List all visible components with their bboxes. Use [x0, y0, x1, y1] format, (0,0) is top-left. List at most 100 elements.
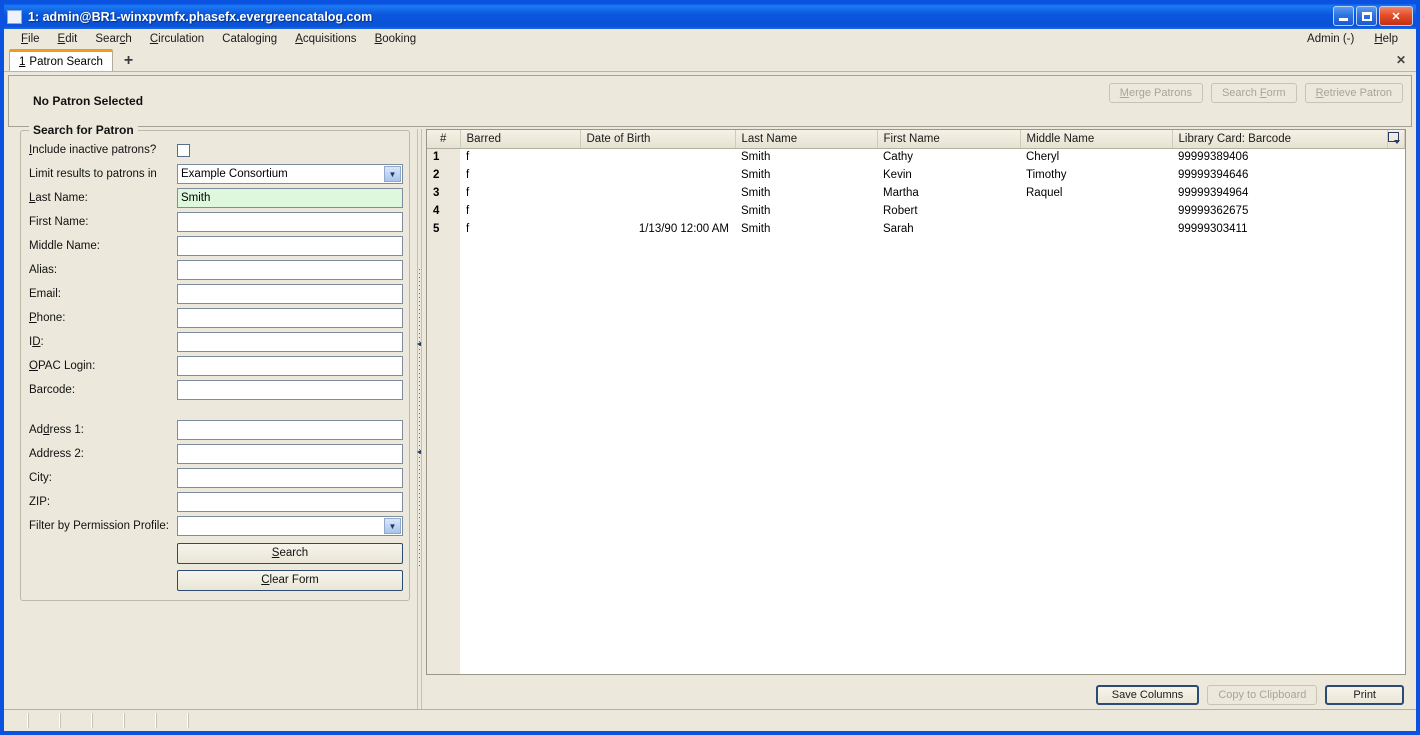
- save-columns-button[interactable]: Save Columns: [1095, 685, 1200, 705]
- phone-label: Phone:: [29, 312, 66, 324]
- cell-barred: f: [466, 223, 470, 235]
- cell-spacer: [1388, 220, 1405, 238]
- results-grid: # Barred Date of Birth Last Name First N…: [426, 129, 1406, 675]
- close-tab-icon[interactable]: ✕: [1396, 53, 1406, 67]
- cell-first-name: Cathy: [883, 151, 914, 164]
- cell-dob: [580, 202, 735, 220]
- search-form-button[interactable]: Search Form: [1210, 83, 1297, 103]
- menu-search[interactable]: Search: [86, 31, 140, 47]
- window-controls: ✕: [1333, 6, 1413, 26]
- patron-summary-bar: No Patron Selected Merge Patrons Search …: [8, 75, 1412, 127]
- results-header-row: # Barred Date of Birth Last Name First N…: [427, 130, 1405, 149]
- close-button[interactable]: ✕: [1379, 6, 1413, 26]
- cell-barcode: 99999394964: [1178, 187, 1249, 199]
- field-row-last-name: Last Name:: [27, 186, 403, 210]
- table-row[interactable]: 3 f Smith Martha Raquel 99999394964: [427, 184, 1405, 202]
- chevron-down-icon: ▼: [384, 166, 401, 182]
- print-button[interactable]: Print: [1325, 685, 1404, 705]
- include-inactive-checkbox[interactable]: [177, 143, 190, 157]
- menu-circulation[interactable]: Circulation: [141, 31, 213, 47]
- close-icon: ✕: [1391, 10, 1401, 23]
- table-row[interactable]: 1 f Smith Cathy Cheryl 99999389406: [427, 148, 1405, 166]
- permission-profile-select[interactable]: ▼: [177, 516, 403, 536]
- pane-splitter[interactable]: ◄ ◄: [412, 129, 426, 709]
- limit-results-select[interactable]: Example Consortium ▼: [177, 164, 403, 184]
- row-number: 1: [427, 148, 460, 166]
- email-input[interactable]: [177, 284, 403, 304]
- cell-middle-name: Raquel: [1026, 187, 1063, 199]
- column-header-middle-name[interactable]: Middle Name: [1020, 130, 1173, 149]
- cell-barcode: 99999389406: [1178, 151, 1249, 164]
- tab-label: Patron Search: [29, 55, 103, 68]
- field-row-alias: Alias:: [27, 258, 403, 282]
- zip-input[interactable]: [177, 492, 403, 512]
- minimize-button[interactable]: [1333, 6, 1354, 26]
- middle-name-input[interactable]: [177, 236, 403, 256]
- id-input[interactable]: [177, 332, 403, 352]
- field-row-city: City:: [27, 466, 403, 490]
- column-header-last-name[interactable]: Last Name: [735, 130, 878, 149]
- search-for-patron-group: Search for Patron Include inactive patro…: [20, 123, 410, 601]
- address2-input[interactable]: [177, 444, 403, 464]
- cell-spacer: [1388, 184, 1405, 202]
- splitter-track: ◄ ◄: [416, 129, 423, 709]
- column-header-barred[interactable]: Barred: [460, 130, 581, 149]
- table-row[interactable]: 5 f 1/13/90 12:00 AM Smith Sarah 9999930…: [427, 220, 1405, 238]
- splitter-collapse-right-icon[interactable]: ◄: [416, 449, 423, 456]
- last-name-input[interactable]: [177, 188, 403, 208]
- cell-spacer: [1388, 202, 1405, 220]
- retrieve-patron-button[interactable]: Retrieve Patron: [1304, 83, 1403, 103]
- address1-input[interactable]: [177, 420, 403, 440]
- city-input[interactable]: [177, 468, 403, 488]
- clear-form-button[interactable]: Clear Form: [177, 569, 403, 591]
- window-title: 1: admin@BR1-winxpvmfx.phasefx.evergreen…: [28, 9, 373, 24]
- search-button[interactable]: Search: [177, 542, 403, 564]
- new-tab-button[interactable]: +: [120, 53, 137, 69]
- barcode-label: Barcode:: [29, 384, 76, 396]
- status-bar: [4, 709, 1416, 731]
- clear-button-row: Clear Form: [27, 568, 403, 592]
- first-name-input[interactable]: [177, 212, 403, 232]
- tab-patron-search[interactable]: 1 Patron Search: [9, 49, 113, 71]
- menu-acquisitions[interactable]: Acquisitions: [286, 31, 365, 47]
- field-row-barcode: Barcode:: [27, 378, 403, 402]
- field-row-phone: Phone:: [27, 306, 403, 330]
- merge-patrons-button[interactable]: Merge Patrons: [1108, 83, 1203, 103]
- alias-input[interactable]: [177, 260, 403, 280]
- search-button-row: Search: [27, 541, 403, 565]
- tab-bar: 1 Patron Search + ✕: [4, 49, 1416, 72]
- opac-login-label: OPAC Login:: [29, 360, 96, 372]
- results-table-body: 1 f Smith Cathy Cheryl 99999389406 2 f S…: [427, 148, 1405, 238]
- menu-admin[interactable]: Admin (-): [1297, 31, 1364, 47]
- cell-first-name: Sarah: [883, 223, 914, 235]
- column-header-dob[interactable]: Date of Birth: [580, 130, 736, 149]
- cell-middle-name: Timothy: [1026, 169, 1067, 181]
- opac-login-input[interactable]: [177, 356, 403, 376]
- copy-to-clipboard-button[interactable]: Copy to Clipboard: [1207, 685, 1318, 705]
- menu-file[interactable]: File: [12, 31, 49, 47]
- city-label: City:: [29, 472, 52, 484]
- cell-barred: f: [466, 169, 470, 181]
- cell-barcode: 99999394646: [1178, 169, 1249, 181]
- address2-label: Address 2:: [29, 448, 84, 460]
- patron-status-label: No Patron Selected: [33, 94, 144, 108]
- field-row-email: Email:: [27, 282, 403, 306]
- menu-help[interactable]: Help: [1364, 31, 1408, 47]
- column-picker-button[interactable]: [1387, 130, 1405, 149]
- field-row-middle-name: Middle Name:: [27, 234, 403, 258]
- column-header-library-card[interactable]: Library Card: Barcode: [1172, 130, 1388, 149]
- table-row[interactable]: 4 f Smith Robert 99999362675: [427, 202, 1405, 220]
- phone-input[interactable]: [177, 308, 403, 328]
- maximize-button[interactable]: [1356, 6, 1377, 26]
- splitter-collapse-left-icon[interactable]: ◄: [416, 341, 423, 348]
- menu-edit[interactable]: Edit: [49, 31, 87, 47]
- table-row[interactable]: 2 f Smith Kevin Timothy 99999394646: [427, 166, 1405, 184]
- column-header-number[interactable]: #: [427, 130, 461, 149]
- menu-cataloging[interactable]: Cataloging: [213, 31, 286, 47]
- barcode-input[interactable]: [177, 380, 403, 400]
- column-header-first-name[interactable]: First Name: [877, 130, 1021, 149]
- menu-bar: File Edit Search Circulation Cataloging …: [4, 29, 1416, 49]
- menu-booking[interactable]: Booking: [366, 31, 426, 47]
- cell-last-name: Smith: [741, 223, 771, 235]
- cell-first-name: Martha: [883, 187, 919, 199]
